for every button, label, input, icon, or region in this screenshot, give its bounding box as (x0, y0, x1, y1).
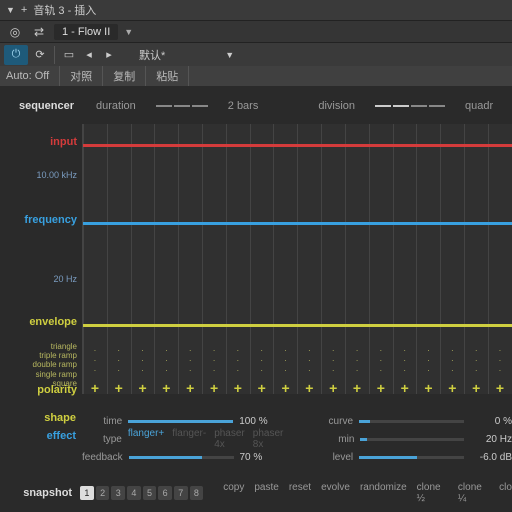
next-preset-icon[interactable]: ▸ (99, 48, 119, 61)
snap-clone-more[interactable]: clo (499, 482, 512, 504)
shape-section-label: shape (0, 412, 76, 424)
preset-menu-label[interactable]: 默认* (139, 47, 165, 63)
sequencer-label: sequencer (0, 100, 82, 112)
curve-value: 0 % (470, 416, 512, 427)
snapshot-3[interactable]: 3 (111, 486, 125, 500)
view-icon[interactable]: ⟳ (30, 48, 50, 61)
type-label: type (82, 434, 128, 445)
snap-clone-half[interactable]: clone ½ (417, 482, 448, 504)
snapshot-6[interactable]: 6 (158, 486, 172, 500)
collapse-icon[interactable]: ▼ (6, 5, 15, 15)
feedback-label: feedback (82, 452, 129, 463)
dots-row-2[interactable]: ·················· (83, 356, 512, 365)
curve-label: curve (313, 416, 359, 427)
type-options[interactable]: flanger+ flanger- phaser 4x phaser 8x (128, 428, 283, 450)
feedback-slider[interactable] (129, 456, 234, 459)
polarity-row[interactable]: ++++++++++++++++++ (83, 380, 512, 396)
division-value: quadr (465, 100, 493, 112)
copy-button[interactable]: 复制 (103, 66, 146, 86)
time-slider[interactable] (128, 420, 233, 423)
duration-value: 2 bars (228, 100, 259, 112)
freq-hi-label: 10.00 kHz (1, 170, 77, 180)
snapshot-label: snapshot (0, 487, 80, 499)
frequency-track-line[interactable] (83, 222, 512, 225)
snapshot-4[interactable]: 4 (127, 486, 141, 500)
compare-button[interactable]: 对照 (60, 66, 103, 86)
input-track-label: input (1, 136, 77, 148)
auto-toggle[interactable]: Auto: Off (0, 66, 60, 86)
snapshot-7[interactable]: 7 (174, 486, 188, 500)
division-slider[interactable] (375, 105, 445, 107)
prev-preset-icon[interactable]: ◂ (79, 48, 99, 61)
time-label: time (82, 416, 128, 427)
snap-clone-quarter[interactable]: clone ¼ (458, 482, 489, 504)
time-value: 100 % (239, 416, 281, 427)
envelope-track-label: envelope (1, 316, 77, 328)
envelope-shape-labels: triangle triple ramp double ramp single … (1, 342, 77, 388)
snap-reset[interactable]: reset (289, 482, 311, 504)
window-title: 音轨 3 - 插入 (33, 2, 96, 18)
polarity-label: polarity (1, 384, 77, 396)
snapshot-1[interactable]: 1 (80, 486, 94, 500)
level-slider[interactable] (359, 456, 464, 459)
power-button[interactable]: ⏻ (4, 45, 28, 65)
min-label: min (315, 434, 361, 445)
io-icon[interactable]: ◎ (6, 24, 24, 40)
level-label: level (313, 452, 359, 463)
duration-label: duration (96, 100, 136, 112)
add-icon[interactable]: + (21, 4, 27, 16)
envelope-track-line[interactable] (83, 324, 512, 327)
freq-lo-label: 20 Hz (1, 274, 77, 284)
dots-row-1[interactable]: ·················· (83, 346, 512, 355)
snapshot-5[interactable]: 5 (143, 486, 157, 500)
chevron-down-icon[interactable]: ▼ (225, 50, 234, 60)
frequency-track-label: frequency (1, 214, 77, 226)
snap-copy[interactable]: copy (223, 482, 244, 504)
effect-section-label: effect (0, 430, 76, 442)
curve-slider[interactable] (359, 420, 464, 423)
sequencer-grid[interactable]: input 10.00 kHz frequency 20 Hz envelope… (82, 124, 512, 394)
preset-dropdown-icon[interactable]: ▼ (124, 27, 133, 37)
snap-randomize[interactable]: randomize (360, 482, 407, 504)
link-icon[interactable]: ⇄ (30, 24, 48, 40)
preset-slot[interactable]: 1 - Flow II (54, 24, 118, 40)
snap-paste[interactable]: paste (254, 482, 278, 504)
book-icon[interactable]: ▭ (59, 48, 79, 61)
level-value: -6.0 dB (470, 452, 512, 463)
duration-slider[interactable] (156, 105, 208, 107)
snapshot-2[interactable]: 2 (96, 486, 110, 500)
snapshot-8[interactable]: 8 (190, 486, 204, 500)
snap-evolve[interactable]: evolve (321, 482, 350, 504)
paste-button[interactable]: 粘贴 (146, 66, 189, 86)
min-value: 20 Hz (470, 434, 512, 445)
min-slider[interactable] (360, 438, 464, 441)
dots-row-3[interactable]: ·················· (83, 366, 512, 375)
division-label: division (318, 100, 355, 112)
input-track-line[interactable] (83, 144, 512, 147)
feedback-value: 70 % (240, 452, 282, 463)
